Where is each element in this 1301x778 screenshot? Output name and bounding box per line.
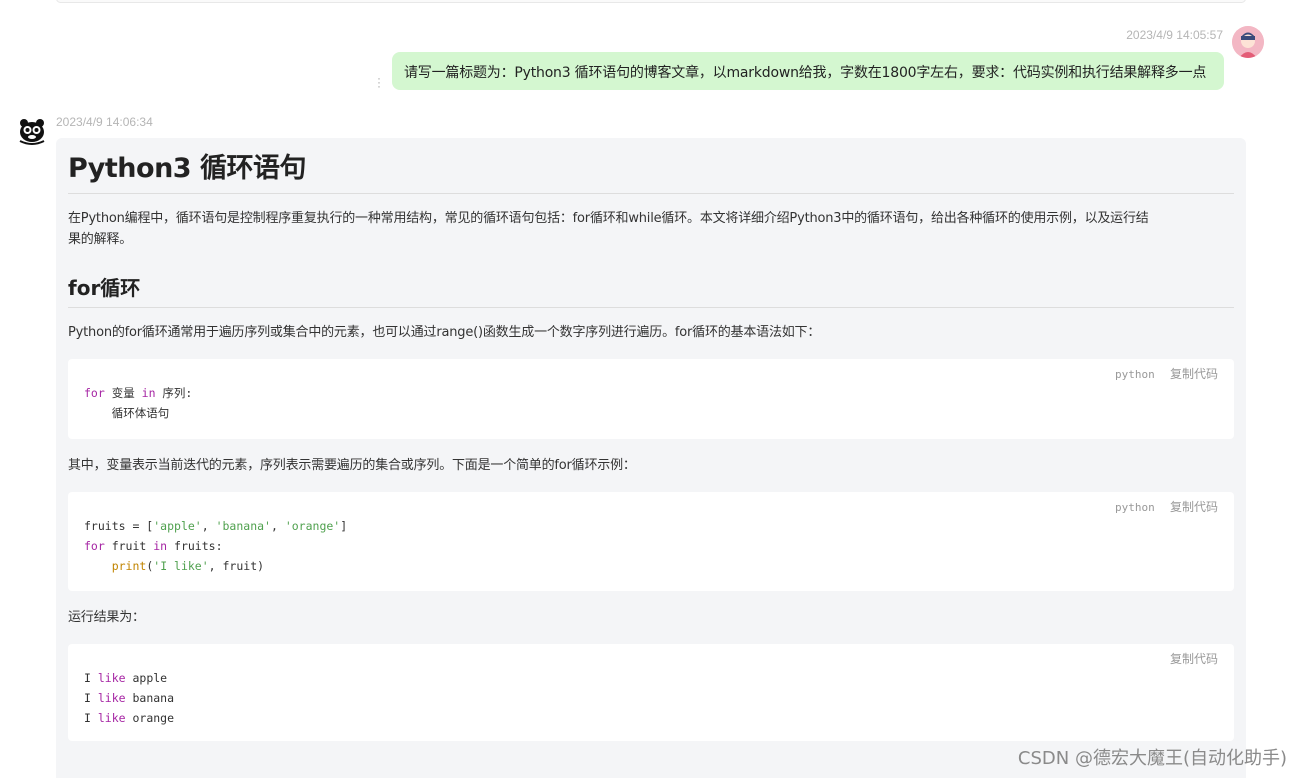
copy-code-button[interactable]: 复制代码 bbox=[1170, 500, 1218, 514]
code-text: I bbox=[84, 671, 98, 685]
code-block-header: python 复制代码 bbox=[1115, 365, 1218, 382]
article-title: Python3 循环语句 bbox=[68, 146, 1234, 194]
code-block-header: python 复制代码 bbox=[1115, 498, 1218, 515]
code-language-label: python bbox=[1115, 501, 1155, 514]
code-keyword: in bbox=[141, 386, 156, 400]
code-string: 'banana' bbox=[215, 519, 271, 533]
code-text: , fruit) bbox=[208, 559, 265, 573]
user-message-bubble[interactable]: 请写一篇标题为：Python3 循环语句的博客文章，以markdown给我，字数… bbox=[392, 52, 1224, 90]
user-message-timestamp: 2023/4/9 14:05:57 bbox=[1126, 28, 1223, 42]
section-heading-for: for循环 bbox=[68, 272, 1234, 308]
for-description: Python的for循环通常用于遍历序列或集合中的元素，也可以通过range()… bbox=[68, 325, 821, 340]
code-text: ] bbox=[340, 519, 348, 533]
intro-paragraph: 在Python编程中，循环语句是控制程序重复执行的一种常用结构，常见的循环语句包… bbox=[68, 208, 1234, 250]
code-lines: fruits = ['apple', 'banana', 'orange'] f… bbox=[84, 516, 347, 576]
code-keyword: like bbox=[97, 671, 126, 685]
code-string: 'I like' bbox=[153, 559, 209, 573]
code-lines: for 变量 in 序列: 循环体语句 bbox=[84, 383, 192, 423]
code-text: fruits = [ bbox=[84, 519, 154, 533]
code-text: , bbox=[201, 519, 216, 533]
code-text: orange bbox=[125, 711, 175, 725]
bot-message-card: Python3 循环语句 在Python编程中，循环语句是控制程序重复执行的一种… bbox=[56, 138, 1246, 778]
code-text: 序列: bbox=[155, 386, 193, 400]
code-block-header: 复制代码 bbox=[1170, 650, 1218, 667]
code-text: 变量 bbox=[104, 386, 142, 400]
user-message-row: 2023/4/9 14:05:57 请写一篇标题为：Python3 循环语句的博… bbox=[0, 26, 1301, 96]
user-avatar[interactable] bbox=[1232, 26, 1264, 58]
code-keyword: in bbox=[153, 539, 168, 553]
code-lines: I like apple I like banana I like orange bbox=[84, 668, 174, 728]
code-string: 'orange' bbox=[284, 519, 341, 533]
example-description: 其中，变量表示当前迭代的元素，序列表示需要遍历的集合或序列。下面是一个简单的fo… bbox=[68, 458, 636, 473]
code-keyword: like bbox=[97, 691, 126, 705]
code-text: I bbox=[84, 691, 98, 705]
intro-line-2: 果的解释。 bbox=[68, 232, 133, 247]
code-string: 'apple' bbox=[153, 519, 202, 533]
code-language-label: python bbox=[1115, 368, 1155, 381]
previous-message-edge bbox=[56, 0, 1246, 3]
code-text: fruit bbox=[104, 539, 154, 553]
code-text: fruits: bbox=[167, 539, 223, 553]
bot-message-timestamp: 2023/4/9 14:06:34 bbox=[56, 115, 153, 129]
copy-code-button[interactable]: 复制代码 bbox=[1170, 652, 1218, 666]
code-text: banana bbox=[125, 691, 175, 705]
more-options-icon[interactable]: · · · bbox=[377, 72, 381, 92]
code-text: I bbox=[84, 711, 98, 725]
code-keyword: like bbox=[97, 711, 126, 725]
code-block-output: 复制代码 I like apple I like banana I like o… bbox=[68, 644, 1234, 741]
csdn-watermark: CSDN @德宏大魔王(自动化助手) bbox=[1017, 748, 1287, 769]
code-block-example: python 复制代码 fruits = ['apple', 'banana',… bbox=[68, 492, 1234, 591]
code-text: , bbox=[270, 519, 285, 533]
code-keyword: for bbox=[84, 386, 105, 400]
bot-avatar[interactable] bbox=[16, 115, 48, 147]
code-text: 循环体语句 bbox=[84, 406, 170, 420]
code-text: apple bbox=[125, 671, 168, 685]
code-block-syntax: python 复制代码 for 变量 in 序列: 循环体语句 bbox=[68, 359, 1234, 439]
code-keyword: for bbox=[84, 539, 105, 553]
intro-line-1: 在Python编程中，循环语句是控制程序重复执行的一种常用结构，常见的循环语句包… bbox=[68, 211, 1149, 226]
copy-code-button[interactable]: 复制代码 bbox=[1170, 367, 1218, 381]
result-label: 运行结果为： bbox=[68, 610, 145, 625]
code-function: print bbox=[111, 559, 147, 573]
